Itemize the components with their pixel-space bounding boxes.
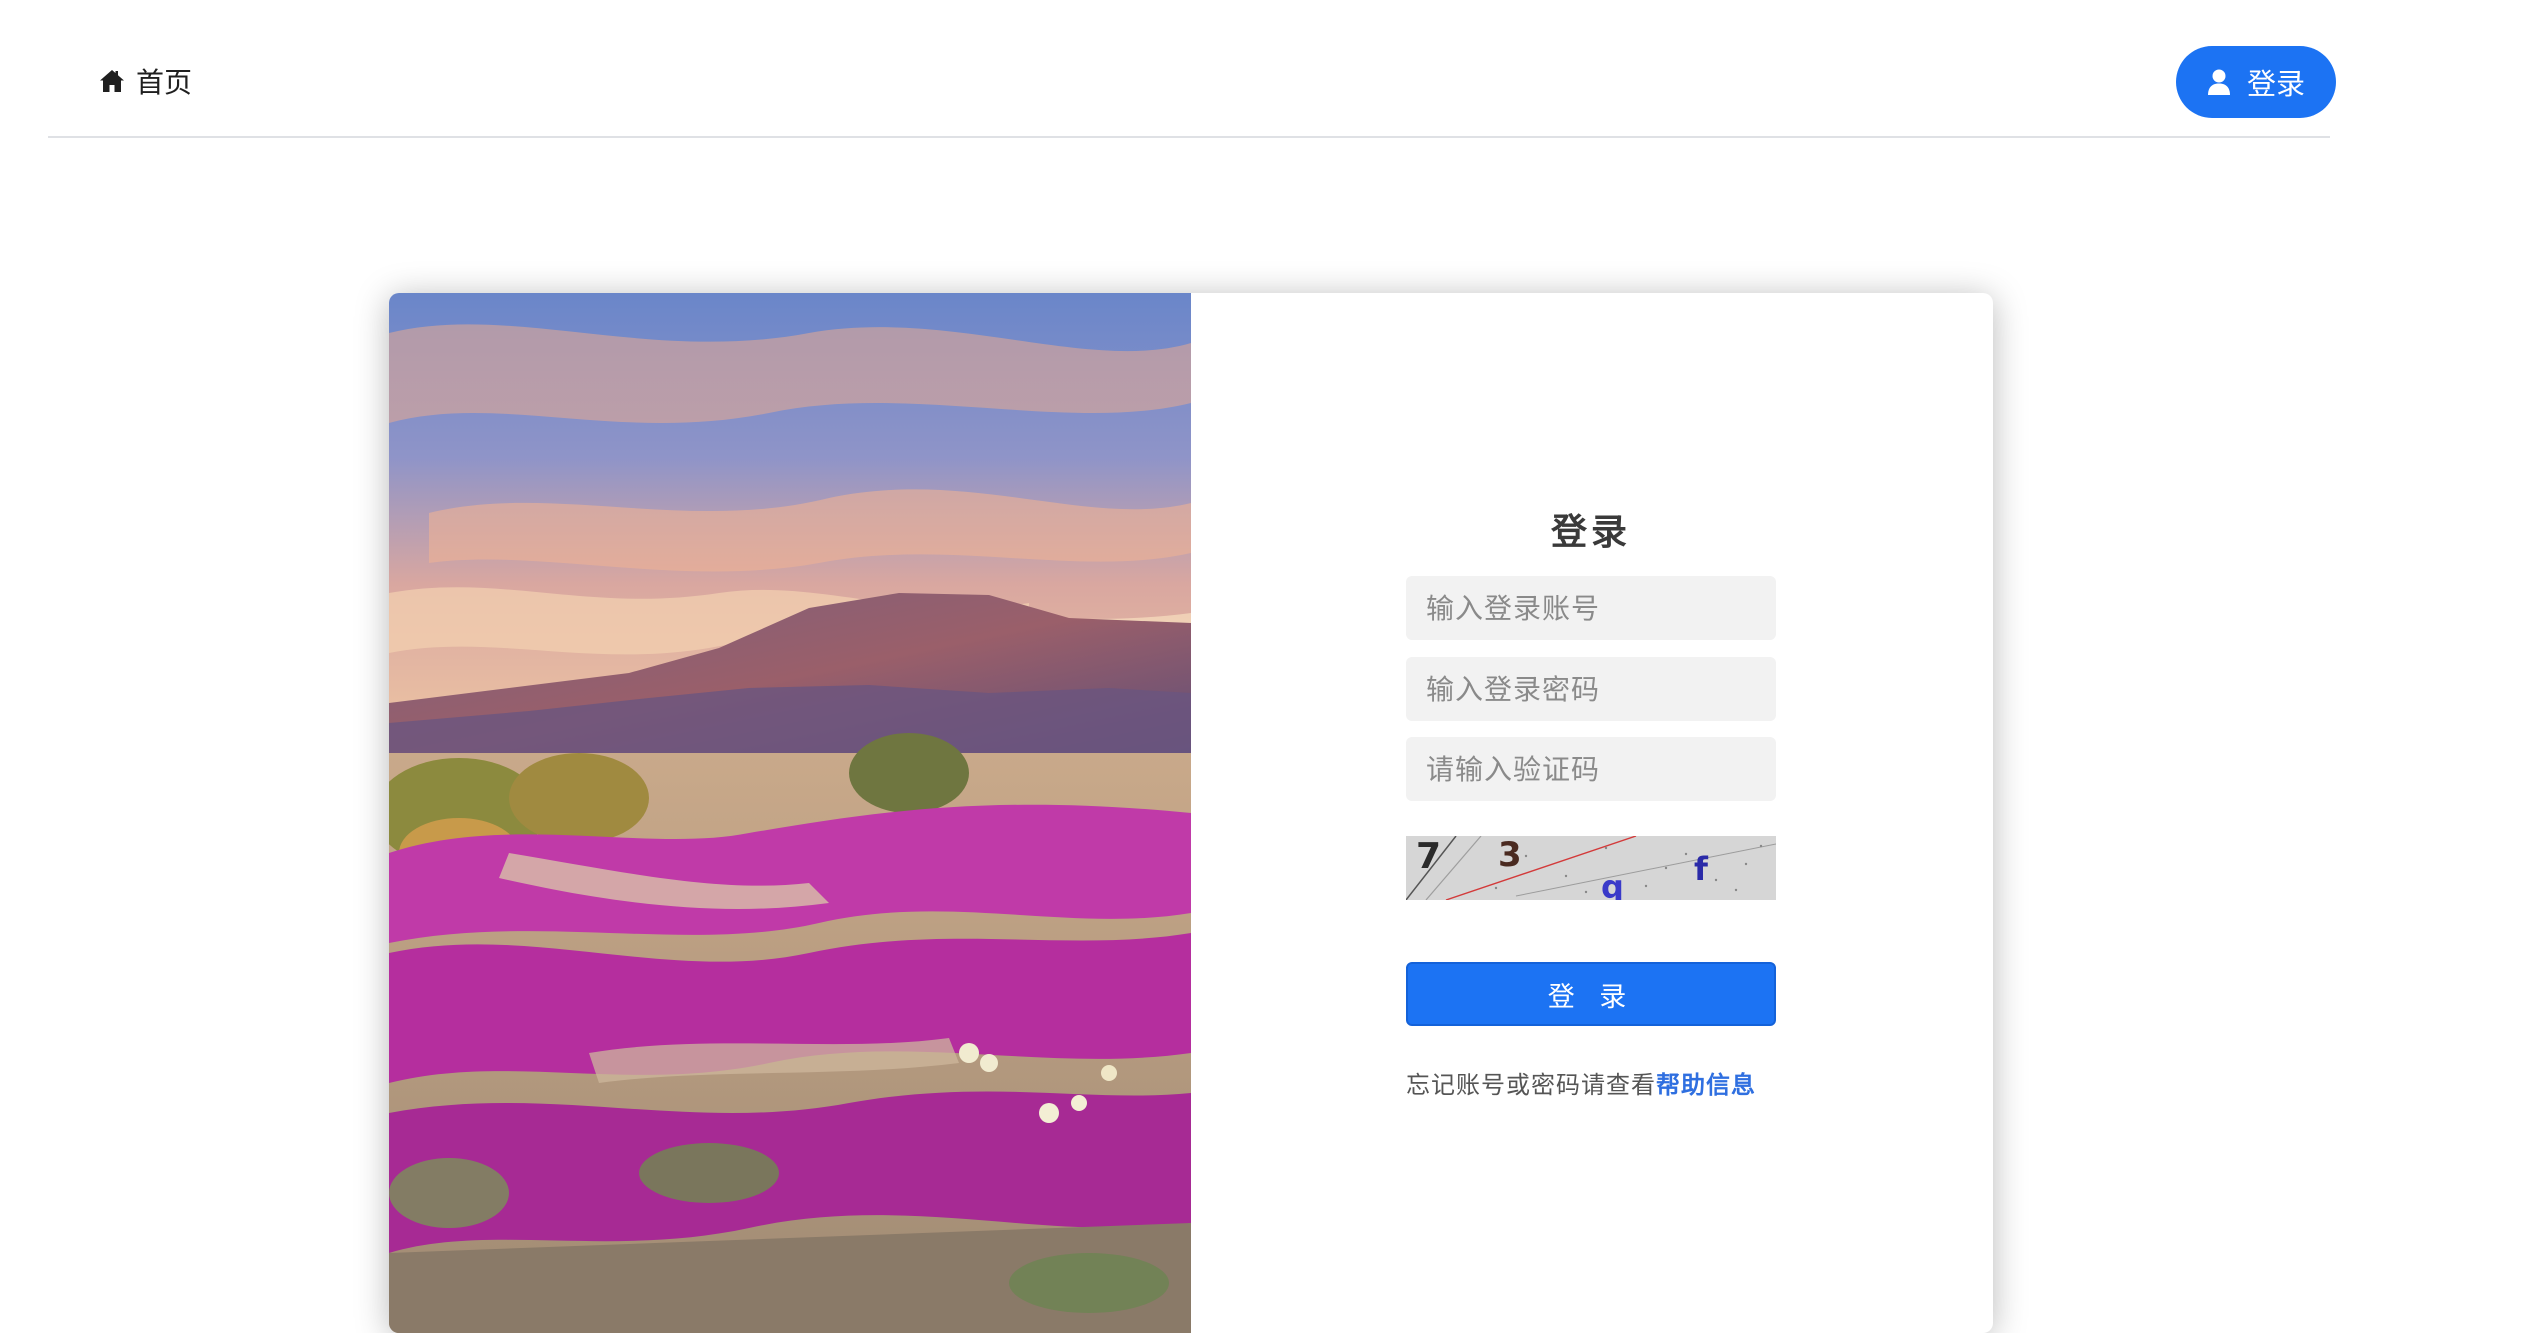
captcha-char-3: q (1601, 868, 1624, 900)
landscape-image (389, 293, 1191, 1333)
help-link[interactable]: 帮助信息 (1656, 1071, 1756, 1099)
top-navbar: 首页 登录 (48, 0, 2336, 138)
login-title: 登录 (1550, 512, 1631, 553)
nav-home-label: 首页 (136, 66, 193, 99)
password-input[interactable] (1406, 657, 1776, 721)
captcha-char-4: f (1694, 850, 1709, 888)
help-text-label: 忘记账号或密码请查看 (1406, 1071, 1656, 1099)
captcha-input[interactable] (1406, 737, 1776, 801)
nav-login-button[interactable]: 登录 (2176, 46, 2336, 118)
home-icon (98, 67, 126, 95)
nav-home-link[interactable]: 首页 (98, 60, 192, 102)
captcha-char-2: 3 (1498, 836, 1522, 875)
login-card: 登录 7 3 q f (389, 293, 1993, 1333)
captcha-image[interactable]: 7 3 q f (1406, 836, 1776, 900)
nav-login-label: 登录 (2246, 67, 2305, 101)
captcha-char-1: 7 (1416, 836, 1441, 877)
login-submit-button[interactable]: 登 录 (1406, 962, 1776, 1026)
login-form: 登录 7 3 q f (1406, 293, 1776, 1333)
help-text: 忘记账号或密码请查看帮助信息 (1406, 1065, 1826, 1100)
username-input[interactable] (1406, 576, 1776, 640)
user-icon (2207, 68, 2231, 96)
